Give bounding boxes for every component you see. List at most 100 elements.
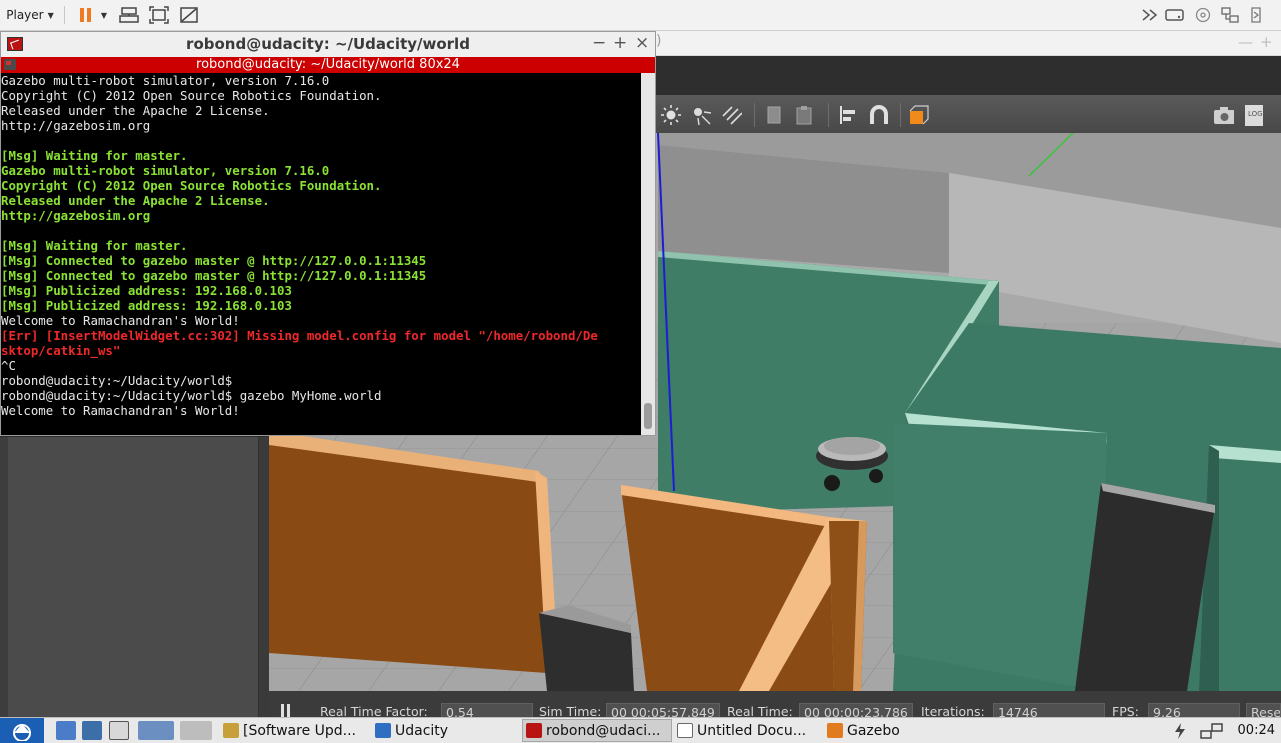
terminal-line: [Msg] Publicized address: 192.168.0.103	[1, 283, 292, 298]
sim-pause-icon[interactable]	[281, 704, 290, 718]
terminal-line: robond@udacity:~/Udacity/world$	[1, 373, 233, 388]
terminal-line: [Msg] Connected to gazebo master @ http:…	[1, 268, 427, 283]
forward-icon[interactable]	[1140, 0, 1162, 30]
folder-icon	[375, 723, 391, 738]
terminal-line: Gazebo multi-robot simulator, version 7.…	[1, 163, 330, 178]
terminal-scrollbar[interactable]	[641, 73, 655, 435]
task-label: Untitled Docu...	[697, 722, 807, 739]
directional-light-icon[interactable]	[720, 104, 742, 126]
software-updater-icon	[223, 723, 239, 738]
fullscreen-button[interactable]	[148, 0, 170, 30]
task-udacity-folder[interactable]: Udacity	[372, 719, 522, 742]
network-adapter-icon[interactable]	[1219, 0, 1241, 30]
terminal-line: robond@udacity:~/Udacity/world$ gazebo M…	[1, 388, 382, 403]
unity-icon	[180, 7, 198, 23]
file-manager-icon[interactable]	[56, 721, 76, 740]
network-status-icon[interactable]	[1200, 718, 1224, 743]
terminal-output[interactable]: Gazebo multi-robot simulator, version 7.…	[1, 73, 641, 435]
task-label: Udacity	[395, 722, 449, 739]
scrollbar-thumb[interactable]	[644, 403, 652, 429]
minimize-icon[interactable]: —	[1238, 33, 1253, 51]
toolbar-separator	[828, 103, 829, 127]
terminal-line: sktop/catkin_ws"	[1, 343, 121, 358]
text-editor-icon	[677, 723, 693, 738]
network-icon[interactable]	[82, 721, 102, 740]
player-menu[interactable]: Player ▼	[4, 0, 56, 30]
pause-button[interactable]	[74, 0, 96, 30]
start-menu-icon	[13, 723, 31, 741]
unity-mode-button[interactable]	[178, 0, 200, 30]
snap-magnet-icon[interactable]	[868, 104, 890, 126]
terminal-tab-title: robond@udacity: ~/Udacity/world 80x24	[196, 57, 460, 72]
task-terminal[interactable]: robond@udaci...	[522, 719, 672, 742]
terminal-line: Welcome to Ramachandran's World!	[1, 403, 240, 418]
align-icon[interactable]	[838, 104, 860, 126]
terminal-line: Welcome to Ramachandran's World!	[1, 313, 240, 328]
taskbar: [Software Upd... Udacity robond@udaci...…	[0, 717, 1281, 743]
show-desktop-icon[interactable]	[138, 721, 174, 740]
gazebo-titlebar: ) — +	[656, 31, 1281, 56]
power-icon[interactable]	[1172, 718, 1188, 743]
pause-icon	[79, 8, 91, 22]
view-angle-icon[interactable]	[908, 104, 930, 126]
task-label: robond@udaci...	[546, 722, 661, 739]
screenshot-camera-icon[interactable]	[1212, 104, 1234, 126]
gazebo-toolbar: LOG	[656, 95, 1281, 134]
terminal-line: http://gazebosim.org	[1, 208, 151, 223]
gazebo-icon	[827, 723, 843, 738]
task-gazebo[interactable]: Gazebo	[824, 719, 974, 742]
task-label: Gazebo	[847, 722, 900, 739]
toolbar-separator	[900, 103, 901, 127]
terminal-line: [Msg] Connected to gazebo master @ http:…	[1, 253, 427, 268]
terminal-line: Gazebo multi-robot simulator, version 7.…	[1, 73, 330, 88]
panel-splitter[interactable]	[259, 437, 269, 717]
hard-disk-icon[interactable]	[1164, 0, 1186, 30]
terminal-line: Copyright (C) 2012 Open Source Robotics …	[1, 88, 382, 103]
send-ctrl-alt-del-button[interactable]	[118, 0, 140, 30]
task-untitled-document[interactable]: Untitled Docu...	[674, 719, 824, 742]
terminal-line: http://gazebosim.org	[1, 118, 151, 133]
terminal-tab-bar: robond@udacity: ~/Udacity/world 80x24	[1, 57, 655, 73]
terminal-window: robond@udacity: ~/Udacity/world − + × ro…	[0, 31, 656, 436]
terminal-titlebar[interactable]: robond@udacity: ~/Udacity/world − + ×	[1, 32, 655, 57]
chevron-down-icon: ▼	[47, 10, 54, 20]
task-label: [Software Upd...	[243, 722, 356, 739]
copy-icon[interactable]	[764, 104, 786, 126]
terminal-line: [Err] [InsertModelWidget.cc:302] Missing…	[1, 328, 598, 343]
network-devices-icon	[119, 7, 139, 23]
terminal-line: ^C	[1, 358, 16, 373]
gazebo-status-bar: Real Time Factor: 0.54 Sim Time: 00 00:0…	[269, 691, 1281, 721]
toolbar-separator	[754, 103, 755, 127]
gazebo-left-panel	[0, 437, 259, 717]
title-fragment: )	[656, 33, 662, 49]
sun-light-icon[interactable]	[660, 104, 682, 126]
cd-rom-icon[interactable]	[1192, 0, 1214, 30]
minimize-icon[interactable]: −	[592, 33, 606, 53]
maximize-icon[interactable]: +	[1260, 33, 1273, 51]
terminal-line: [Msg] Waiting for master.	[1, 148, 188, 163]
point-light-icon[interactable]	[690, 104, 712, 126]
fullscreen-icon	[149, 6, 169, 24]
desktop-pager-icon[interactable]	[180, 721, 212, 740]
paste-icon[interactable]	[794, 104, 816, 126]
close-icon[interactable]: ×	[635, 33, 649, 53]
start-menu-button[interactable]	[0, 718, 44, 743]
terminal-line: Released under the Apache 2 License.	[1, 103, 270, 118]
clock: 00:24	[1237, 723, 1275, 738]
terminal-line: [Msg] Waiting for master.	[1, 238, 188, 253]
toolbar-separator	[64, 6, 65, 24]
terminal-line: Released under the Apache 2 License.	[1, 193, 270, 208]
window-icon[interactable]	[109, 721, 129, 740]
gazebo-menubar	[656, 56, 1281, 94]
task-software-updater[interactable]: [Software Upd...	[220, 719, 370, 742]
terminal-icon	[526, 723, 542, 738]
player-menu-label: Player	[6, 8, 44, 22]
usb-device-icon[interactable]	[1245, 0, 1267, 30]
pause-dropdown-icon[interactable]: ▼	[98, 0, 110, 30]
maximize-icon[interactable]: +	[613, 33, 627, 53]
player-toolbar: Player ▼ ▼	[0, 0, 1281, 31]
terminal-window-title: robond@udacity: ~/Udacity/world	[186, 35, 470, 53]
log-icon[interactable]: LOG	[1242, 104, 1264, 126]
